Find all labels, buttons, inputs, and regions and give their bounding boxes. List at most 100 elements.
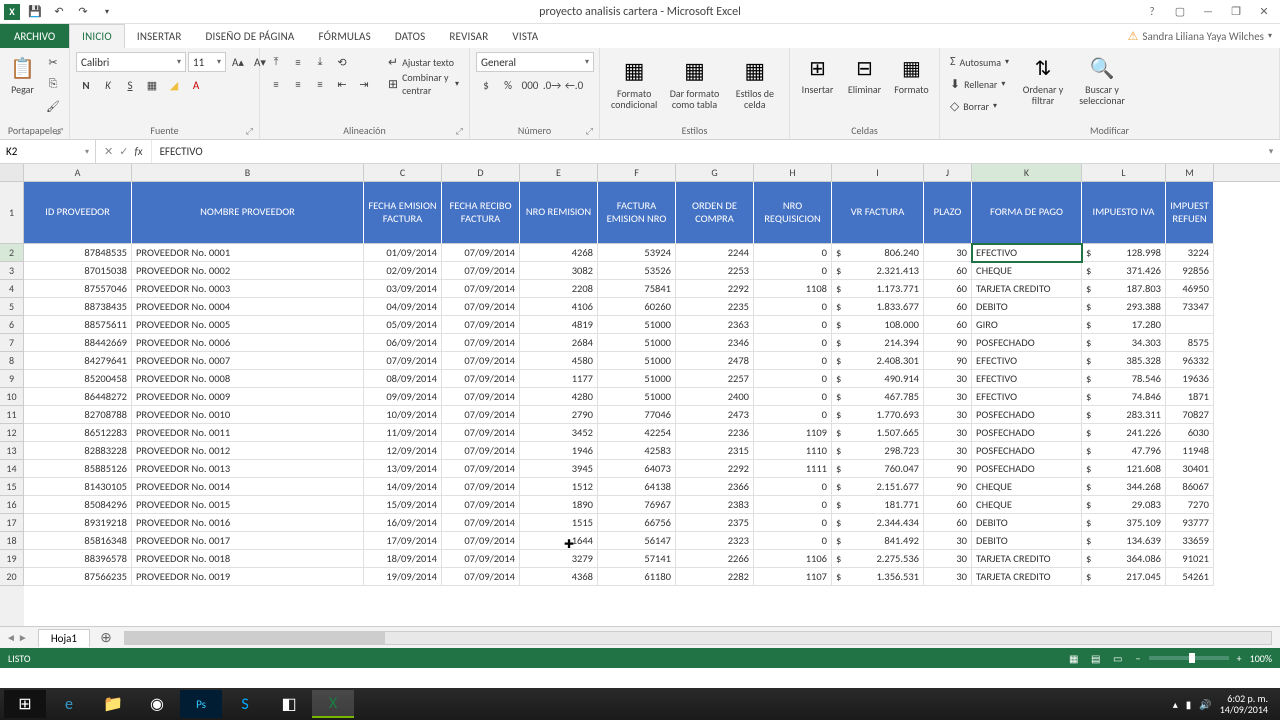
cell[interactable]: 11948 — [1166, 442, 1214, 460]
cell[interactable]: 1515 — [520, 514, 598, 532]
row-header[interactable]: 16 — [0, 496, 24, 514]
ribbon-tab-datos[interactable]: DATOS — [383, 24, 438, 48]
conditional-format-button[interactable]: ▦Formato condicional — [606, 52, 662, 112]
cell[interactable]: 91021 — [1166, 550, 1214, 568]
cell[interactable]: PROVEEDOR No. 0015 — [132, 496, 364, 514]
increase-font-icon[interactable]: A▴ — [228, 52, 248, 72]
help-icon[interactable]: ? — [1140, 3, 1164, 21]
column-header[interactable]: J — [924, 164, 972, 181]
cell[interactable]: 10/09/2014 — [364, 406, 442, 424]
align-middle-icon[interactable]: ≡ — [288, 52, 308, 72]
sheet-nav-prev-icon[interactable]: ◄ — [6, 631, 16, 644]
cell[interactable]: $2.151.677 — [832, 478, 924, 496]
column-header[interactable]: C — [364, 164, 442, 181]
cell[interactable]: 1871 — [1166, 388, 1214, 406]
cell[interactable]: 07/09/2014 — [442, 442, 520, 460]
row-header[interactable]: 5 — [0, 298, 24, 316]
cell[interactable]: 51000 — [598, 388, 676, 406]
cell[interactable]: 07/09/2014 — [442, 280, 520, 298]
cell[interactable]: 17/09/2014 — [364, 532, 442, 550]
row-header[interactable]: 9 — [0, 370, 24, 388]
cell[interactable]: 53526 — [598, 262, 676, 280]
row-header[interactable]: 20 — [0, 568, 24, 586]
cell[interactable]: 2383 — [676, 496, 754, 514]
cell[interactable]: 1109 — [754, 424, 832, 442]
table-header-cell[interactable]: PLAZO — [924, 182, 972, 244]
cell[interactable]: 0 — [754, 298, 832, 316]
cell[interactable]: 03/09/2014 — [364, 280, 442, 298]
cell[interactable]: $78.546 — [1082, 370, 1166, 388]
cell[interactable]: 2282 — [676, 568, 754, 586]
tray-network-icon[interactable]: ▮ — [1186, 698, 1192, 711]
ribbon-tab-diseño-de-página[interactable]: DISEÑO DE PÁGINA — [194, 24, 307, 48]
bold-icon[interactable]: N — [76, 75, 96, 95]
cell[interactable]: 82708788 — [24, 406, 132, 424]
cell[interactable]: 07/09/2014 — [442, 406, 520, 424]
photoshop-icon[interactable]: Ps — [180, 690, 222, 718]
table-header-cell[interactable]: ID PROVEEDOR — [24, 182, 132, 244]
ribbon-tab-insertar[interactable]: INSERTAR — [125, 24, 194, 48]
column-header[interactable]: K — [972, 164, 1082, 181]
cell[interactable]: $17.280 — [1082, 316, 1166, 334]
cell[interactable]: 01/09/2014 — [364, 244, 442, 262]
cell[interactable]: 0 — [754, 514, 832, 532]
table-header-cell[interactable]: ORDEN DE COMPRA — [676, 182, 754, 244]
format-table-button[interactable]: ▦Dar formato como tabla — [666, 52, 722, 112]
cell[interactable]: PROVEEDOR No. 0002 — [132, 262, 364, 280]
align-center-icon[interactable]: ≡ — [288, 74, 308, 94]
cell[interactable]: PROVEEDOR No. 0003 — [132, 280, 364, 298]
cell[interactable]: $74.846 — [1082, 388, 1166, 406]
cell[interactable]: $371.426 — [1082, 262, 1166, 280]
cell[interactable]: 07/09/2014 — [442, 496, 520, 514]
table-header-cell[interactable]: VR FACTURA — [832, 182, 924, 244]
align-right-icon[interactable]: ≡ — [310, 74, 330, 94]
cell[interactable]: 30 — [924, 532, 972, 550]
cell[interactable]: 51000 — [598, 316, 676, 334]
cell[interactable]: 07/09/2014 — [442, 262, 520, 280]
cell[interactable]: 1946 — [520, 442, 598, 460]
cell[interactable]: 07/09/2014 — [442, 298, 520, 316]
cell[interactable]: 2684 — [520, 334, 598, 352]
cell[interactable]: 1108 — [754, 280, 832, 298]
cell[interactable]: 88396578 — [24, 550, 132, 568]
cell[interactable]: 30 — [924, 244, 972, 262]
name-box[interactable]: K2▾ — [0, 140, 96, 163]
number-format-combo[interactable]: General▾ — [476, 52, 594, 72]
ribbon-tab-revisar[interactable]: REVISAR — [437, 24, 500, 48]
cell[interactable]: 2315 — [676, 442, 754, 460]
column-header[interactable]: E — [520, 164, 598, 181]
cell[interactable]: 3945 — [520, 460, 598, 478]
cell[interactable]: $385.328 — [1082, 352, 1166, 370]
cell[interactable]: $217.045 — [1082, 568, 1166, 586]
table-header-cell[interactable]: NOMBRE PROVEEDOR — [132, 182, 364, 244]
cell[interactable]: 86448272 — [24, 388, 132, 406]
cell[interactable]: 4106 — [520, 298, 598, 316]
cell[interactable]: PROVEEDOR No. 0004 — [132, 298, 364, 316]
cell[interactable]: 07/09/2014 — [442, 514, 520, 532]
cell[interactable]: 46950 — [1166, 280, 1214, 298]
cell[interactable]: 0 — [754, 370, 832, 388]
horizontal-scrollbar[interactable] — [124, 631, 1272, 645]
row-header[interactable]: 1 — [0, 182, 24, 244]
undo-icon[interactable]: ↶ — [50, 3, 68, 21]
cell[interactable]: 87557046 — [24, 280, 132, 298]
table-header-cell[interactable]: FECHA EMISION FACTURA — [364, 182, 442, 244]
column-header[interactable]: M — [1166, 164, 1214, 181]
cell[interactable]: 02/09/2014 — [364, 262, 442, 280]
cell[interactable]: 19636 — [1166, 370, 1214, 388]
cell[interactable]: 30 — [924, 568, 972, 586]
increase-indent-icon[interactable]: ⇥ — [354, 74, 374, 94]
orientation-icon[interactable]: ⟲ — [332, 52, 352, 72]
cell[interactable]: 2257 — [676, 370, 754, 388]
cell[interactable]: 90 — [924, 334, 972, 352]
cell[interactable]: 70827 — [1166, 406, 1214, 424]
cell[interactable]: 30 — [924, 406, 972, 424]
cell[interactable]: 53924 — [598, 244, 676, 262]
cut-icon[interactable]: ✂ — [43, 52, 63, 72]
cell[interactable]: 7270 — [1166, 496, 1214, 514]
increase-decimal-icon[interactable]: .0→ — [542, 75, 562, 95]
cell[interactable]: 87015038 — [24, 262, 132, 280]
cell[interactable]: 96332 — [1166, 352, 1214, 370]
cell[interactable]: PROVEEDOR No. 0013 — [132, 460, 364, 478]
cell[interactable]: EFECTIVO — [972, 352, 1082, 370]
